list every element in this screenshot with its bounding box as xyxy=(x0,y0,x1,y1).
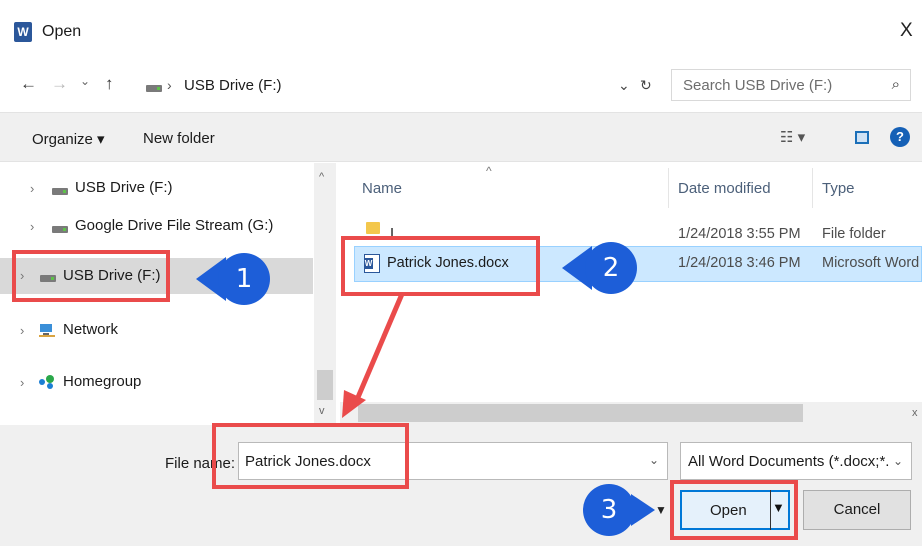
cancel-button[interactable]: Cancel xyxy=(803,490,911,530)
preview-pane-icon[interactable] xyxy=(855,131,869,144)
file-type-filter-value: All Word Documents (*.docx;*.d xyxy=(688,453,898,470)
highlight-box-usb-drive xyxy=(12,250,170,302)
scroll-up-icon[interactable]: ^ xyxy=(319,171,324,183)
file-type-filter-select[interactable]: All Word Documents (*.docx;*.d ⌄ xyxy=(680,442,912,480)
refresh-icon[interactable]: ↻ xyxy=(640,77,652,94)
file-type: Microsoft Word xyxy=(822,255,920,271)
recent-locations-chevron-icon[interactable]: ⌄ xyxy=(80,74,90,88)
drive-icon xyxy=(52,188,68,195)
homegroup-icon xyxy=(38,373,58,389)
callout-step-2: 2 xyxy=(585,242,637,294)
column-divider[interactable] xyxy=(812,168,813,208)
scroll-right-icon[interactable]: x xyxy=(912,407,918,419)
title-bar xyxy=(0,0,922,62)
organize-button[interactable]: Organize ▾ xyxy=(32,130,105,148)
callout-pointer xyxy=(631,494,655,526)
highlight-box-file xyxy=(341,236,540,296)
filter-dropdown-icon[interactable]: ⌄ xyxy=(889,454,903,468)
scroll-down-icon[interactable]: v xyxy=(319,405,325,417)
file-name-dropdown-icon[interactable]: ⌄ xyxy=(649,453,659,467)
view-options-icon[interactable]: ☷ ▾ xyxy=(780,128,805,146)
highlight-box-file-name xyxy=(212,423,409,489)
sidebar-item-homegroup[interactable]: › Homegroup xyxy=(0,365,313,401)
breadcrumb-separator-icon: › xyxy=(167,77,172,93)
connector-arrow-icon xyxy=(342,293,405,418)
highlight-box-open-button xyxy=(670,480,798,540)
file-date: 1/24/2018 3:46 PM xyxy=(678,255,801,271)
help-icon[interactable]: ? xyxy=(890,127,910,147)
sidebar-item-usb-drive-top[interactable]: › USB Drive (F:) xyxy=(0,171,313,207)
new-folder-button[interactable]: New folder xyxy=(143,130,215,147)
column-header-type[interactable]: Type xyxy=(822,180,855,197)
search-placeholder: Search USB Drive (F:) xyxy=(683,77,833,94)
callout-step-3: 3 xyxy=(583,484,635,536)
file-type: File folder xyxy=(822,226,886,242)
network-icon xyxy=(38,321,56,337)
window-title: Open xyxy=(42,23,82,40)
drive-icon xyxy=(146,85,162,92)
callout-step-1: 1 xyxy=(218,253,270,305)
sidebar-item-label: Network xyxy=(63,321,119,338)
column-header-name[interactable]: Name xyxy=(362,180,402,197)
drive-icon xyxy=(52,226,68,233)
sidebar-item-label: Homegroup xyxy=(63,373,142,390)
back-button[interactable]: ← xyxy=(20,74,37,94)
expand-chevron-icon[interactable]: › xyxy=(20,375,24,390)
search-input[interactable]: Search USB Drive (F:) ⌕ xyxy=(671,69,911,101)
column-divider[interactable] xyxy=(668,168,669,208)
sidebar-item-google-drive[interactable]: › Google Drive File Stream (G:) xyxy=(0,209,313,245)
close-icon[interactable]: X xyxy=(900,20,913,42)
sort-ascending-icon: ^ xyxy=(486,164,492,178)
sidebar-item-network[interactable]: › Network xyxy=(0,313,313,349)
breadcrumb-usb-drive[interactable]: USB Drive (F:) xyxy=(184,77,282,94)
expand-chevron-icon[interactable]: › xyxy=(20,323,24,338)
word-app-icon: W xyxy=(14,22,32,42)
search-icon[interactable]: ⌕ xyxy=(892,76,900,93)
tools-dropdown-icon[interactable]: ▼ xyxy=(655,503,667,517)
expand-chevron-icon[interactable]: › xyxy=(30,181,34,196)
sidebar-item-label: USB Drive (F:) xyxy=(75,179,173,196)
file-date: 1/24/2018 3:55 PM xyxy=(678,226,801,242)
expand-chevron-icon[interactable]: › xyxy=(30,219,34,234)
forward-button[interactable]: → xyxy=(51,74,68,94)
folder-icon xyxy=(366,222,380,234)
up-button[interactable]: ↑ xyxy=(105,74,114,94)
address-dropdown-icon[interactable]: ⌄ xyxy=(618,77,630,94)
column-header-date-modified[interactable]: Date modified xyxy=(678,180,771,197)
sidebar-item-label: Google Drive File Stream (G:) xyxy=(75,217,274,234)
